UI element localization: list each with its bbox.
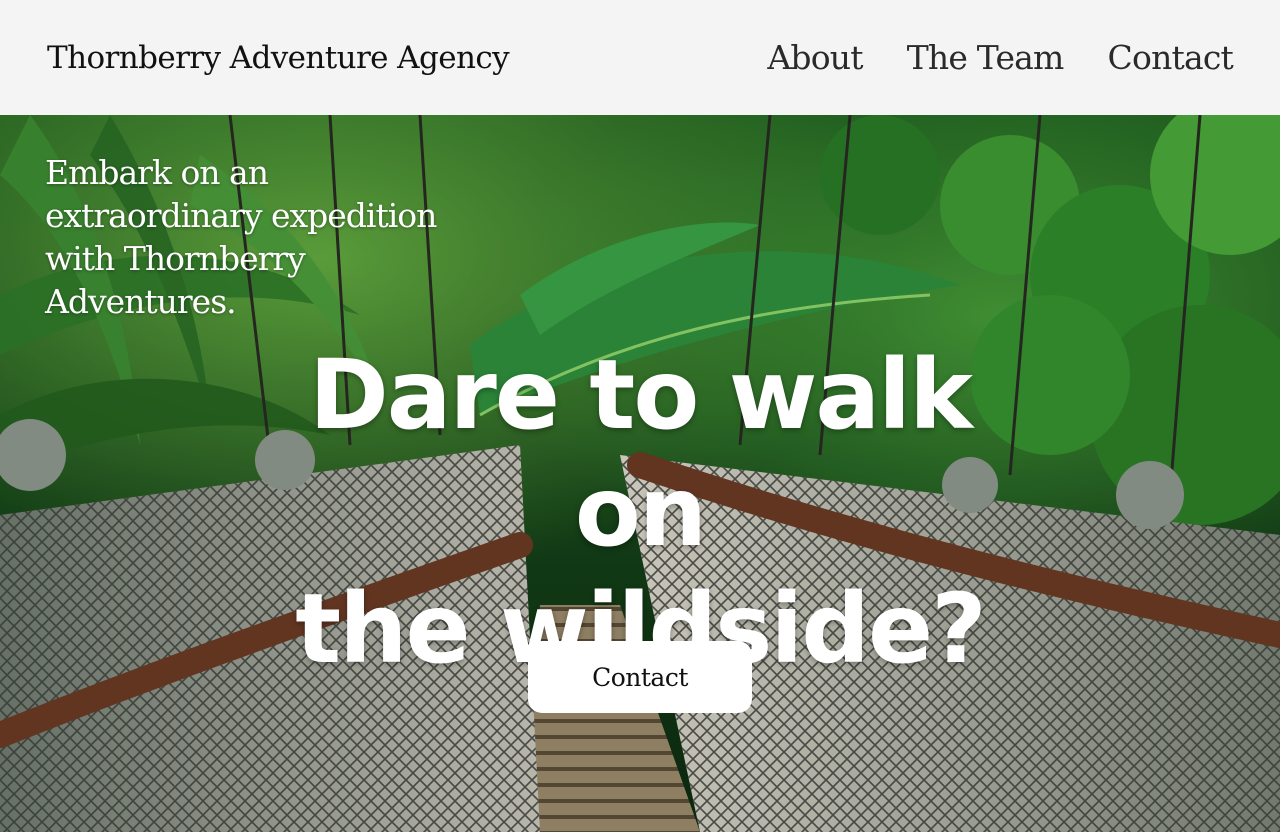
hero-section: Embark on an extraordinary expedition wi… <box>0 115 1280 832</box>
hero-tagline: Embark on an extraordinary expedition wi… <box>45 153 437 321</box>
brand-logo-link[interactable]: Thornberry Adventure Agency <box>47 40 510 76</box>
site-header: Thornberry Adventure Agency About The Te… <box>0 0 1280 115</box>
hero-headline-line-1: Dare to walk on <box>309 339 973 568</box>
main-nav: About The Team Contact <box>767 38 1233 77</box>
nav-link-contact[interactable]: Contact <box>1108 38 1234 77</box>
hero-headline: Dare to walk on the wildside? <box>240 337 1040 688</box>
contact-cta-button[interactable]: Contact <box>528 641 752 713</box>
nav-link-the-team[interactable]: The Team <box>907 38 1065 77</box>
nav-link-about[interactable]: About <box>767 38 863 77</box>
